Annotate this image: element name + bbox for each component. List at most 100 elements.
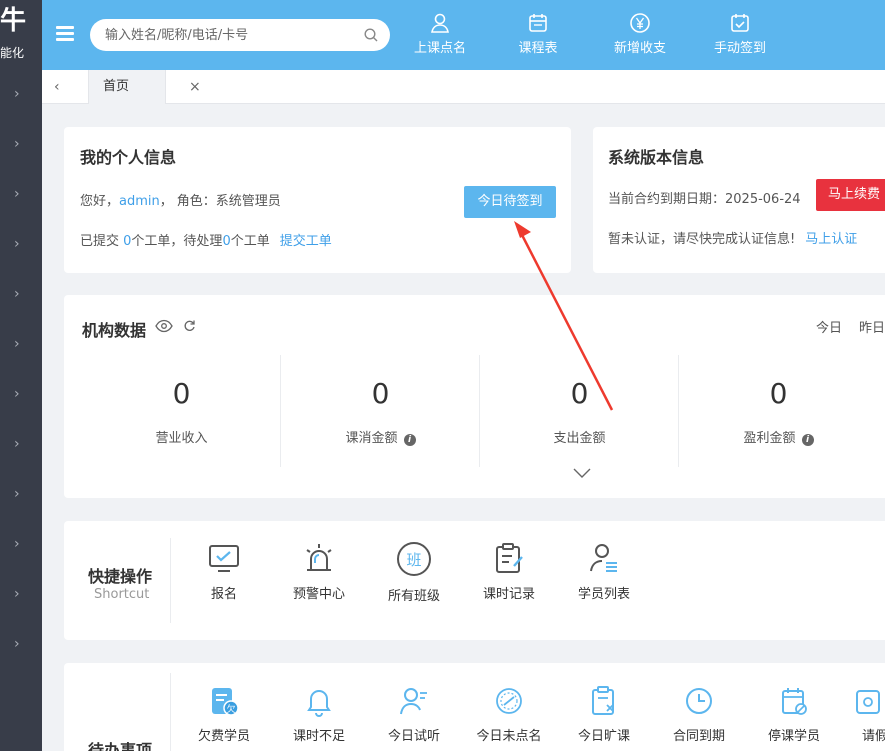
greeting-line: 您好，admin， 角色：系统管理员: [80, 190, 281, 209]
info-icon[interactable]: i: [801, 434, 814, 446]
auth-notice: 暂未认证，请尽快完成认证信息! 马上认证: [608, 228, 857, 247]
side-nav-item-9[interactable]: ›: [14, 487, 26, 501]
yuan-icon: [630, 13, 650, 33]
refresh-icon[interactable]: [183, 319, 196, 332]
search-icon[interactable]: [364, 28, 378, 42]
todo-item-leave[interactable]: 请假: [844, 685, 885, 744]
todo-item-owing-label: 欠费学员: [197, 729, 250, 744]
auth-notice-text: 暂未认证，请尽快完成认证信息!: [608, 232, 796, 247]
quick-item-enroll[interactable]: 报名: [184, 541, 264, 602]
top-action-finance[interactable]: 新增收支: [610, 12, 670, 62]
tab-scroll-left-icon[interactable]: ‹: [54, 80, 68, 94]
side-nav-item-10[interactable]: ›: [14, 537, 26, 551]
side-nav-item-12[interactable]: ›: [14, 637, 26, 651]
stat-revenue-label: 营业收入: [155, 431, 208, 446]
tab-home[interactable]: 首页 ×: [88, 70, 201, 104]
clock-icon: [686, 688, 712, 714]
eye-icon[interactable]: [155, 319, 173, 333]
search-box: [90, 19, 390, 51]
todo-item-trial-today[interactable]: 今日试听: [374, 685, 454, 744]
todo-item-low-hours-label: 课时不足: [292, 729, 345, 744]
org-data-card: 机构数据 今日 昨日 0 营业收入 0 课消金额 i 0 支出金额 0 盈利金额 i: [64, 295, 885, 498]
tab-bar: ‹ 首页 ×: [42, 70, 885, 104]
top-action-schedule[interactable]: 课程表: [510, 12, 566, 62]
role-separator: ，: [159, 194, 173, 209]
quick-item-all-classes[interactable]: 班 所有班级: [374, 541, 454, 604]
todo-item-low-hours[interactable]: 课时不足: [279, 685, 359, 744]
stat-revenue: 0 营业收入: [82, 355, 281, 465]
ticket-suffix: 个工单: [230, 234, 270, 249]
clipboard-edit-icon: [496, 543, 523, 573]
brand-subtitle: 能化: [0, 46, 25, 60]
quick-item-enroll-label: 报名: [210, 587, 237, 602]
todo-divider: [170, 673, 171, 751]
todo-item-no-rollcall[interactable]: 今日未点名: [469, 685, 549, 744]
contract-expiry: 当前合约到期日期：2025-06-24: [608, 192, 801, 207]
side-nav-item-8[interactable]: ›: [14, 437, 26, 451]
user-list-icon: [590, 544, 617, 572]
auth-link[interactable]: 马上认证: [805, 232, 857, 247]
stamp-icon: [496, 688, 522, 714]
side-nav-item-1[interactable]: ›: [14, 87, 26, 101]
side-nav-item-5[interactable]: ›: [14, 287, 26, 301]
top-action-rollcall[interactable]: 上课点名: [412, 12, 468, 62]
top-action-manual-checkin-label: 手动签到: [713, 41, 766, 56]
side-nav-item-3[interactable]: ›: [14, 187, 26, 201]
quick-actions-card: 快捷操作 Shortcut 报名 预警中心 班 所有班级 课时记录 学员列表: [64, 521, 885, 640]
todo-title: 待办事项: [88, 741, 153, 751]
menu-toggle-icon[interactable]: [56, 26, 74, 42]
side-nav-item-11[interactable]: ›: [14, 587, 26, 601]
calendar-stop-icon: [782, 688, 807, 715]
ticket-summary: 已提交 0个工单，待处理0个工单 提交工单: [80, 230, 332, 249]
quick-item-all-classes-label: 所有班级: [387, 589, 440, 604]
clipboard-x-icon: [592, 686, 614, 715]
org-data-title: 机构数据: [82, 321, 147, 340]
stat-consumption-value: 0: [371, 377, 390, 410]
todo-item-contract-expiry[interactable]: 合同到期: [659, 685, 739, 744]
leave-icon: [856, 690, 880, 714]
side-nav-item-7[interactable]: ›: [14, 387, 26, 401]
close-icon[interactable]: ×: [189, 70, 201, 104]
chevron-down-icon[interactable]: [573, 468, 591, 478]
personal-info-card: 我的个人信息 您好，admin， 角色：系统管理员 今日待签到 已提交 0个工单，…: [64, 127, 571, 273]
calendar-check-icon: [731, 14, 749, 32]
todo-item-owing[interactable]: 欠 欠费学员: [184, 685, 264, 744]
submit-ticket-link[interactable]: 提交工单: [280, 234, 332, 249]
pending-count[interactable]: 0: [222, 234, 230, 249]
checkin-today-button[interactable]: 今日待签到: [464, 186, 556, 218]
username-link[interactable]: admin: [119, 194, 160, 209]
quick-actions-subtitle: Shortcut: [94, 587, 150, 602]
top-action-finance-label: 新增收支: [613, 41, 666, 56]
stat-revenue-value: 0: [172, 377, 191, 410]
ticket-prefix: 已提交: [80, 234, 124, 249]
quick-item-alert-center[interactable]: 预警中心: [279, 541, 359, 602]
quick-item-student-list[interactable]: 学员列表: [564, 541, 644, 602]
person-icon: [431, 13, 449, 33]
ticket-mid: 个工单，待处理: [131, 234, 223, 249]
search-input[interactable]: [105, 19, 355, 51]
version-info-card: 系统版本信息 当前合约到期日期：2025-06-24 马上续费 暂未认证，请尽快…: [593, 127, 885, 273]
stat-profit-label: 盈利金额: [743, 431, 796, 446]
brand-logo-char: 牛: [0, 6, 27, 36]
todo-item-no-rollcall-label: 今日未点名: [476, 729, 542, 744]
quick-item-lesson-records-label: 课时记录: [482, 587, 535, 602]
info-icon[interactable]: i: [403, 434, 416, 446]
side-nav-item-2[interactable]: ›: [14, 137, 26, 151]
side-nav-item-4[interactable]: ›: [14, 237, 26, 251]
renew-button[interactable]: 马上续费: [816, 179, 885, 211]
range-yesterday[interactable]: 昨日: [859, 317, 885, 336]
quick-item-lesson-records[interactable]: 课时记录: [469, 541, 549, 602]
quick-item-alert-center-label: 预警中心: [292, 587, 345, 602]
todo-item-absent-today[interactable]: 今日旷课: [564, 685, 644, 744]
top-action-manual-checkin[interactable]: 手动签到: [710, 12, 770, 62]
todo-item-trial-today-label: 今日试听: [387, 729, 440, 744]
stat-profit-label-wrap: 盈利金额 i: [679, 427, 878, 446]
stat-profit-value: 0: [769, 377, 788, 410]
stat-consumption-label: 课消金额: [345, 431, 398, 446]
todo-item-suspended-label: 停课学员: [767, 729, 820, 744]
tab-home-label: 首页: [103, 79, 130, 94]
side-nav-item-6[interactable]: ›: [14, 337, 26, 351]
user-audition-icon: [400, 688, 427, 715]
todo-item-suspended[interactable]: 停课学员: [754, 685, 834, 744]
range-today[interactable]: 今日: [816, 317, 842, 336]
